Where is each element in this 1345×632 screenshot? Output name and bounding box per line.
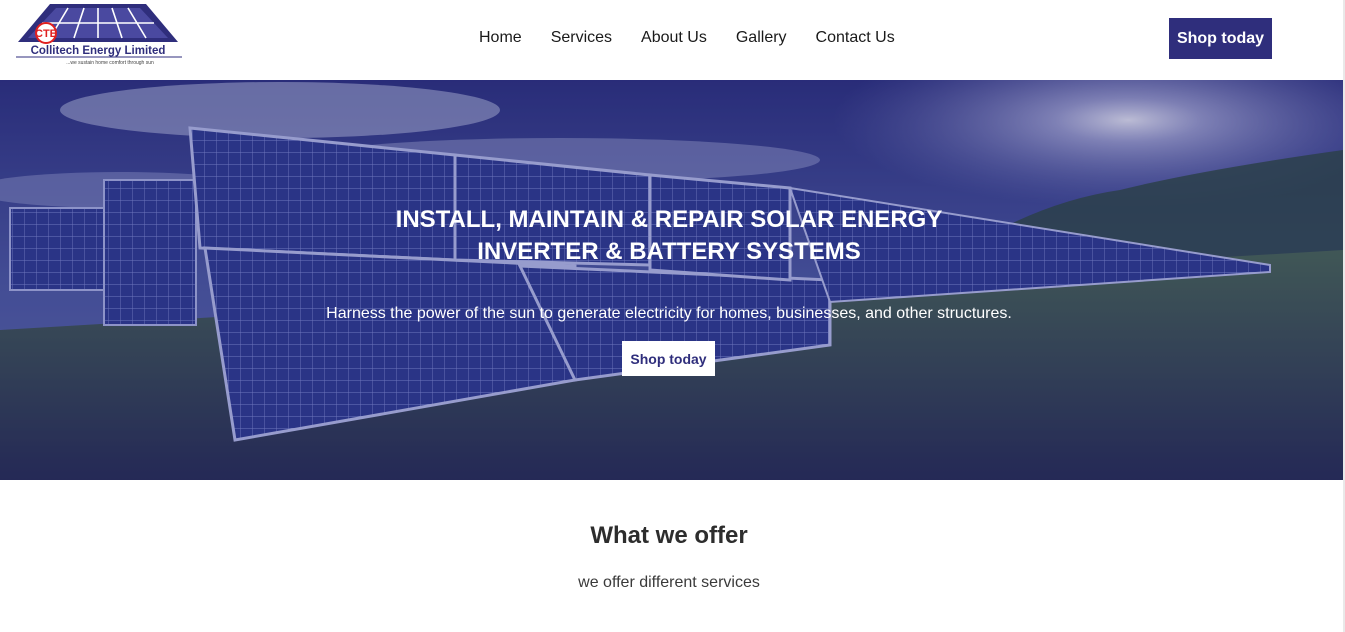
nav-contact-us[interactable]: Contact Us (816, 29, 895, 51)
hero-title-line-2: INVERTER & BATTERY SYSTEMS (477, 238, 861, 265)
hero-title-line-1: INSTALL, MAINTAIN & REPAIR SOLAR ENERGY (395, 206, 943, 233)
logo-image: CTE Collitech Energy Limited ...we susta… (16, 4, 182, 66)
company-logo[interactable]: CTE Collitech Energy Limited ...we susta… (10, 2, 186, 70)
hero-title: INSTALL, MAINTAIN & REPAIR SOLAR ENERGY … (0, 204, 1338, 268)
shop-today-button-hero[interactable]: Shop today (622, 341, 715, 376)
site-header: CTE Collitech Energy Limited ...we susta… (0, 0, 1345, 80)
logo-letters: CTE (35, 28, 57, 40)
main-nav: Home Services About Us Gallery Contact U… (470, 29, 924, 51)
nav-home[interactable]: Home (479, 29, 522, 51)
nav-services[interactable]: Services (551, 29, 612, 51)
hero-banner: INSTALL, MAINTAIN & REPAIR SOLAR ENERGY … (0, 80, 1343, 480)
nav-gallery[interactable]: Gallery (736, 29, 787, 51)
shop-today-button-nav[interactable]: Shop today (1169, 18, 1272, 59)
hero-overlay (0, 80, 1343, 480)
nav-about-us[interactable]: About Us (641, 29, 707, 51)
offer-section-subtitle: we offer different services (578, 574, 760, 591)
hero-subtitle: Harness the power of the sun to generate… (326, 305, 1012, 322)
offer-section-title: What we offer (590, 522, 748, 549)
logo-tagline: ...we sustain home comfort through sun (66, 60, 154, 66)
logo-company-name: Collitech Energy Limited (31, 45, 166, 57)
